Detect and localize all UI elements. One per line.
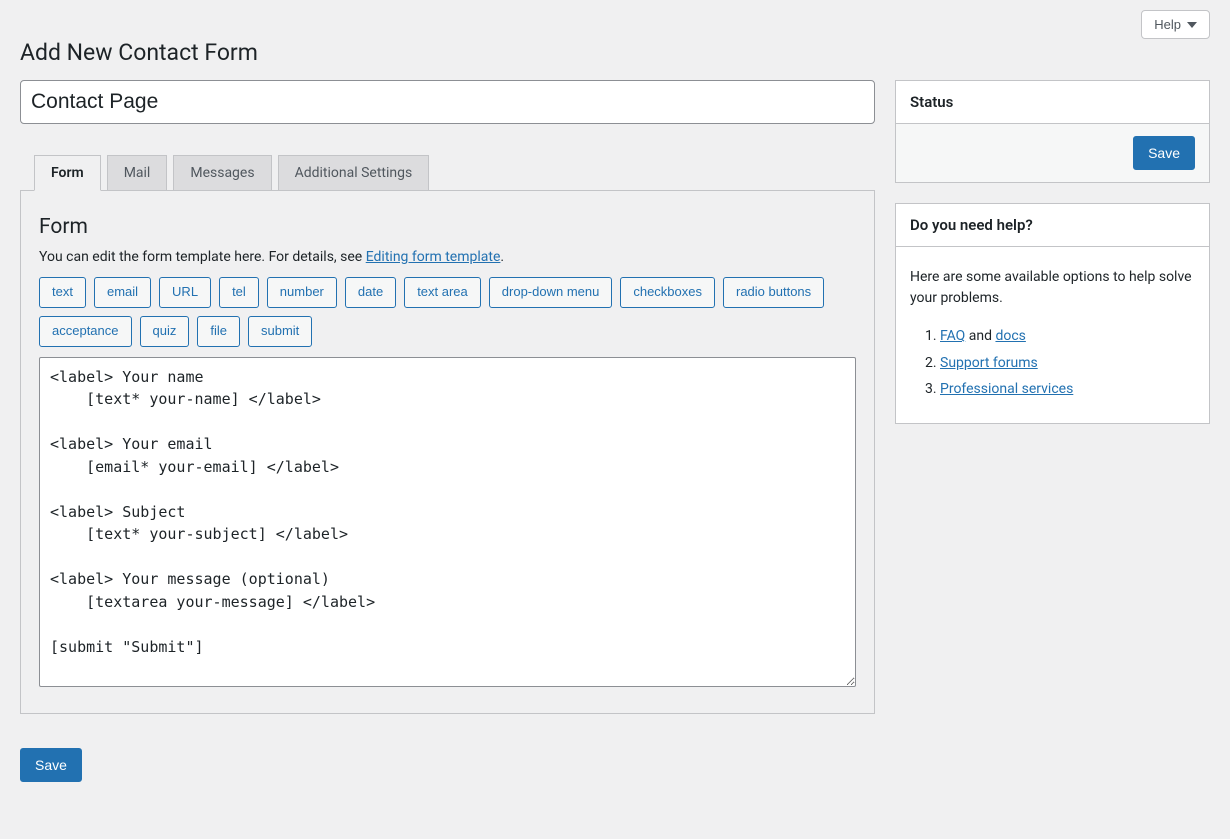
form-desc-prefix: You can edit the form template here. For… [39, 249, 366, 265]
editing-form-template-link[interactable]: Editing form template [366, 249, 501, 265]
help-link-list: FAQ and docs Support forums Professional… [910, 323, 1195, 403]
form-panel-heading: Form [39, 215, 856, 239]
tag-button-textarea[interactable]: text area [404, 277, 481, 308]
help-list-item-forums: Support forums [940, 350, 1195, 377]
status-postbox: Status Save [895, 80, 1210, 183]
docs-link[interactable]: docs [995, 328, 1025, 344]
tag-button-acceptance[interactable]: acceptance [39, 316, 132, 347]
tag-button-file[interactable]: file [197, 316, 240, 347]
tag-button-dropdown[interactable]: drop-down menu [489, 277, 613, 308]
tag-button-text[interactable]: text [39, 277, 86, 308]
tab-additional-settings[interactable]: Additional Settings [278, 155, 430, 191]
tag-button-submit[interactable]: submit [248, 316, 312, 347]
form-panel-description: You can edit the form template here. For… [39, 249, 856, 265]
help-postbox: Do you need help? Here are some availabl… [895, 203, 1210, 424]
tag-button-radio[interactable]: radio buttons [723, 277, 824, 308]
tab-form[interactable]: Form [34, 155, 101, 191]
help-list-item-docs: FAQ and docs [940, 323, 1195, 350]
support-forums-link[interactable]: Support forums [940, 355, 1038, 371]
tab-nav: Form Mail Messages Additional Settings [34, 154, 875, 190]
faq-link[interactable]: FAQ [940, 328, 965, 344]
tag-button-quiz[interactable]: quiz [140, 316, 190, 347]
tag-button-tel[interactable]: tel [219, 277, 259, 308]
tab-mail[interactable]: Mail [107, 155, 168, 191]
professional-services-link[interactable]: Professional services [940, 381, 1073, 397]
tag-button-checkboxes[interactable]: checkboxes [620, 277, 715, 308]
help-list-item-pro: Professional services [940, 376, 1195, 403]
tag-generator-row: text email URL tel number date text area… [39, 277, 856, 347]
help-description: Here are some available options to help … [910, 267, 1195, 309]
form-title-input[interactable] [20, 80, 875, 124]
save-button-bottom[interactable]: Save [20, 748, 82, 782]
help-toggle-button[interactable]: Help [1141, 10, 1210, 39]
help-toggle-label: Help [1154, 17, 1181, 32]
save-button-sidebar[interactable]: Save [1133, 136, 1195, 170]
tag-button-url[interactable]: URL [159, 277, 211, 308]
form-template-textarea[interactable] [39, 357, 856, 687]
help-heading: Do you need help? [910, 216, 1195, 234]
page-title: Add New Contact Form [20, 39, 1210, 66]
tag-button-number[interactable]: number [267, 277, 337, 308]
tag-button-date[interactable]: date [345, 277, 396, 308]
tag-button-email[interactable]: email [94, 277, 151, 308]
and-text: and [965, 328, 995, 344]
chevron-down-icon [1187, 20, 1197, 30]
status-heading: Status [910, 93, 1195, 111]
tab-messages[interactable]: Messages [173, 155, 271, 191]
form-desc-suffix: . [500, 249, 504, 265]
tab-content-form: Form You can edit the form template here… [20, 190, 875, 714]
